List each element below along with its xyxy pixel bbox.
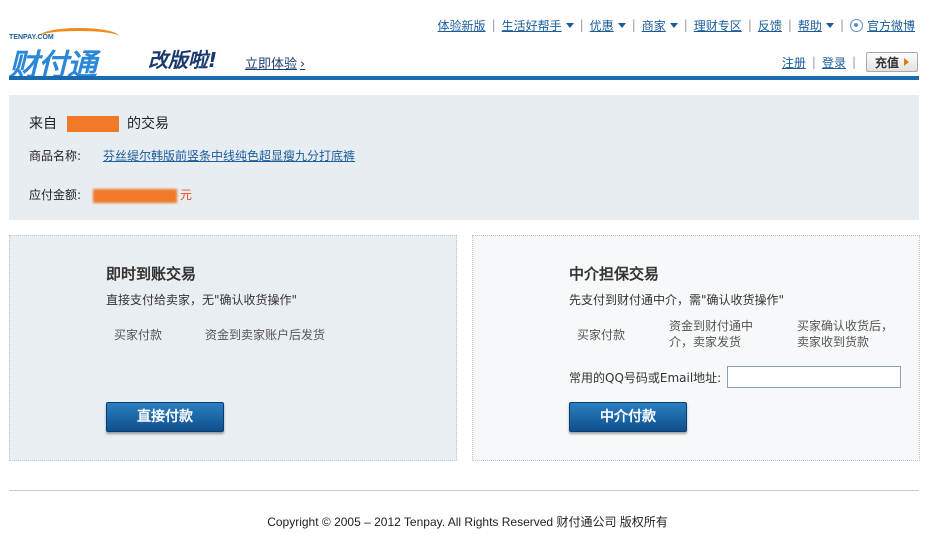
copyright-text: Copyright © 2005 – 2012 Tenpay. All Righ… (267, 515, 668, 529)
login-link[interactable]: 登录 (822, 54, 846, 71)
nav-life-helper[interactable]: 生活好帮手 (502, 17, 574, 34)
instant-step-ship: 资金到卖家账户后发货 (205, 328, 326, 342)
recharge-label: 充值 (874, 55, 899, 70)
amount-label: 应付金额: (29, 188, 82, 202)
redacted-amount (93, 188, 178, 203)
redesign-slogan: 改版啦! (148, 48, 218, 72)
qq-email-label: 常用的QQ号码或Email地址: (569, 371, 722, 385)
from-prefix: 来自 (29, 116, 57, 132)
qq-email-input[interactable] (727, 366, 901, 388)
escrow-desc: 先支付到财付通中介，需"确认收货操作" (569, 293, 785, 307)
recharge-button[interactable]: 充值 (866, 52, 918, 72)
nav-merchants[interactable]: 商家 (642, 17, 678, 34)
instant-step-buyer-pays: 买家付款 (114, 328, 163, 342)
goods-label: 商品名称: (29, 149, 82, 163)
escrow-step-buyer-pays: 买家付款 (577, 328, 626, 342)
nav-discounts[interactable]: 优惠 (590, 17, 626, 34)
escrow-payment-card: 中介担保交易 先支付到财付通中介，需"确认收货操作" 买家付款 资金到财付通中介… (472, 235, 920, 461)
chevron-right-icon: › (300, 57, 306, 72)
chevron-down-icon (669, 22, 678, 28)
goods-name-link[interactable]: 芬丝缇尔韩版前竖条中线纯色超显瘦九分打底裤 (103, 149, 355, 163)
nav-label: 体验新版 (437, 18, 486, 33)
escrow-title: 中介担保交易 (569, 265, 660, 283)
nav-divider: | (491, 18, 496, 32)
escrow-step-confirm: 买家确认收货后，卖家收到货款 (797, 319, 894, 349)
escrow-pay-button[interactable]: 中介付款 (569, 402, 687, 432)
nav-divider: | (683, 18, 688, 32)
nav-label: 理财专区 (693, 18, 742, 33)
tenpay-logo[interactable]: TENPAY.COM 财付通 (9, 28, 134, 83)
header-divider (9, 76, 919, 80)
account-divider: | (811, 55, 816, 69)
nav-try-new-version[interactable]: 体验新版 (438, 17, 486, 34)
goods-row: 商品名称: 芬丝缇尔韩版前竖条中线纯色超显瘦九分打底裤 (29, 147, 355, 164)
redacted-seller (67, 116, 119, 132)
escrow-step-ship: 资金到财付通中介，卖家发货 (669, 319, 754, 349)
nav-divider: | (747, 18, 752, 32)
chevron-down-icon (825, 22, 834, 28)
account-links: 注册 | 登录 | 充值 (782, 52, 918, 72)
weibo-icon (849, 18, 863, 32)
instant-payment-card: 即时到账交易 直接支付给卖家，无"确认收货操作" 买家付款 资金到卖家账户后发货… (9, 235, 457, 461)
try-now-link[interactable]: 立即体验 › (245, 53, 305, 72)
nav-finance[interactable]: 理财专区 (694, 17, 742, 34)
top-nav: 体验新版 | 生活好帮手 | 优惠 | 商家 | 理财专区 | 反馈 | 帮助 … (438, 16, 915, 34)
nav-label: 帮助 (797, 18, 822, 33)
nav-feedback[interactable]: 反馈 (758, 17, 782, 34)
account-divider: | (851, 55, 856, 69)
from-suffix: 的交易 (127, 116, 169, 132)
nav-divider: | (787, 18, 792, 32)
try-now-label: 立即体验 (245, 57, 298, 72)
nav-label: 官方微博 (866, 18, 915, 33)
instant-title: 即时到账交易 (106, 265, 197, 283)
nav-divider: | (631, 18, 636, 32)
chevron-down-icon (617, 22, 626, 28)
footer-divider (9, 490, 919, 491)
nav-divider: | (579, 18, 584, 32)
instant-desc: 直接支付给卖家，无"确认收货操作" (106, 293, 298, 307)
nav-label: 优惠 (589, 18, 614, 33)
direct-pay-button[interactable]: 直接付款 (106, 402, 224, 432)
nav-label: 商家 (641, 18, 666, 33)
register-link[interactable]: 注册 (782, 54, 806, 71)
nav-divider: | (839, 18, 844, 32)
amount-unit: 元 (180, 188, 193, 202)
order-source: 来自 的交易 (29, 113, 169, 133)
amount-row: 应付金额: 元 (29, 186, 192, 203)
nav-official-weibo[interactable]: 官方微博 (849, 17, 915, 34)
chevron-down-icon (565, 22, 574, 28)
order-info-panel: 来自 的交易 商品名称: 芬丝缇尔韩版前竖条中线纯色超显瘦九分打底裤 应付金额: 元 (9, 95, 919, 220)
nav-label: 生活好帮手 (501, 18, 562, 33)
nav-help[interactable]: 帮助 (798, 17, 834, 34)
arrow-right-icon (904, 58, 909, 66)
nav-label: 反馈 (757, 18, 782, 33)
